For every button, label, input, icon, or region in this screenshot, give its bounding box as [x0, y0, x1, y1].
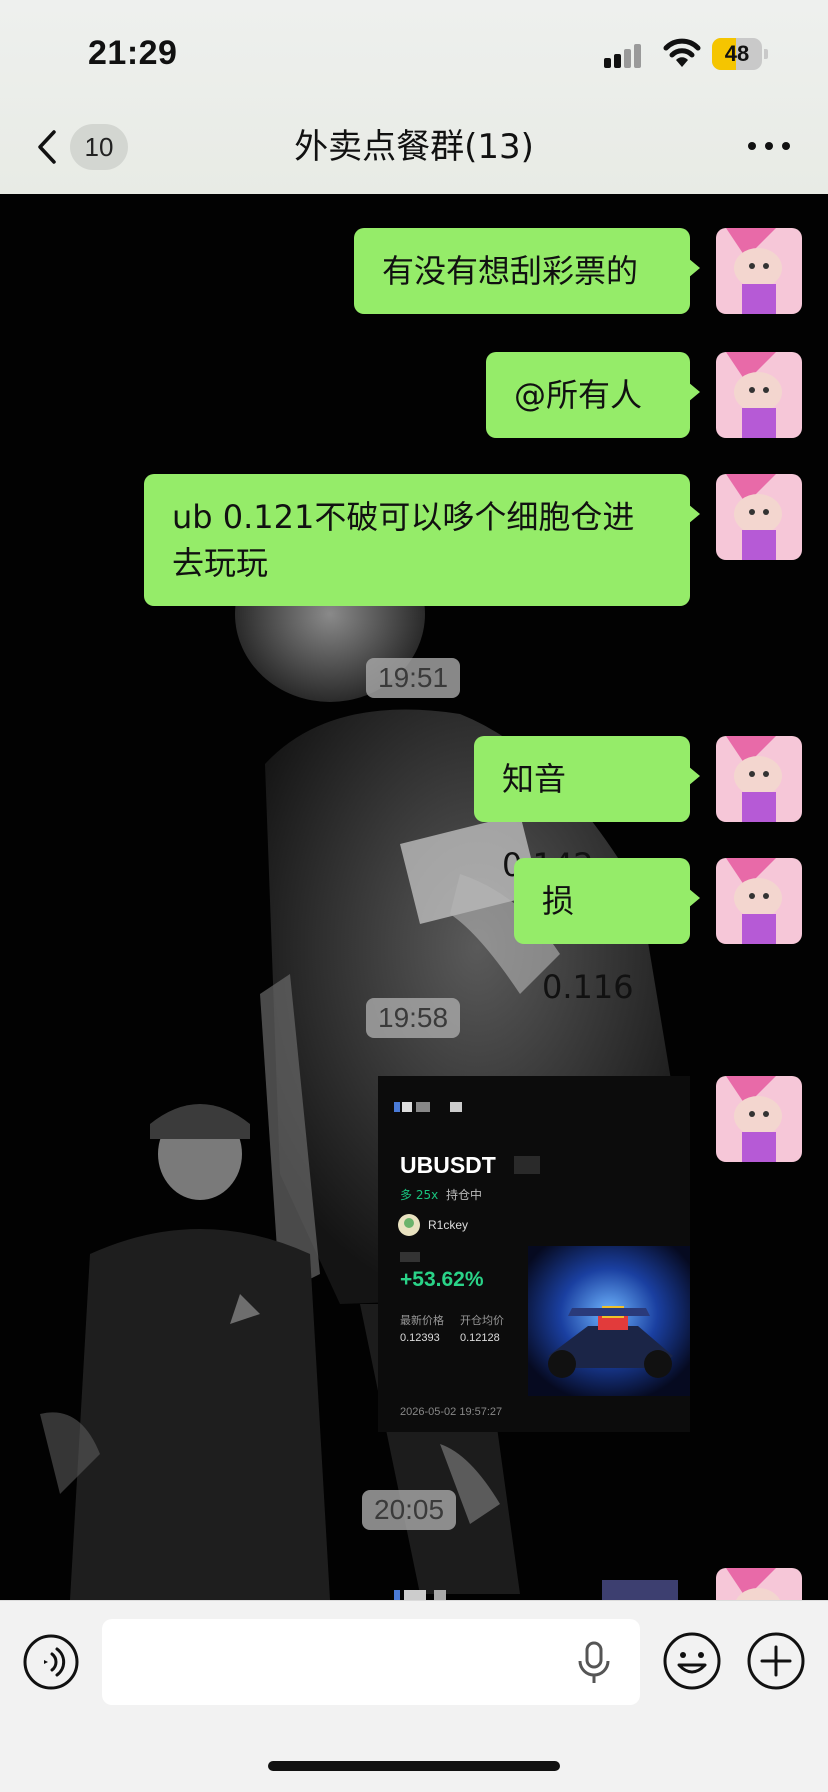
position-status: 持仓中: [446, 1188, 483, 1202]
wifi-icon: [663, 38, 701, 67]
entry-price-value: 0.12128: [460, 1332, 500, 1344]
last-price-label: 最新价格: [400, 1314, 444, 1327]
voice-input-icon[interactable]: [22, 1633, 80, 1691]
message-bubble[interactable]: 知音 0.142: [474, 736, 700, 884]
chat-title: 外卖点餐群(13): [294, 127, 534, 167]
race-car-image: [528, 1246, 690, 1396]
input-bar: [0, 1600, 828, 1792]
timestamp: 19:58: [366, 998, 461, 1038]
shared-image-card[interactable]: UBUSDT 多 25x 持仓中 R1ckey +53.62% 最新价格 开仓均…: [378, 1076, 690, 1432]
status-time: 21:29: [88, 34, 178, 72]
message-bubble[interactable]: 损 0.116: [514, 858, 700, 1006]
top-bar: 21:29 48 10 外卖点餐群(13): [0, 0, 828, 194]
home-indicator[interactable]: [268, 1761, 560, 1771]
blurred-tag: [514, 1156, 540, 1174]
entry-price-label: 开仓均价: [460, 1314, 504, 1327]
avatar[interactable]: [716, 858, 802, 944]
avatar[interactable]: [716, 228, 802, 314]
card-datetime: 2026-05-02 19:57:27: [400, 1406, 503, 1418]
username: R1ckey: [428, 1218, 469, 1232]
message-text-line: 去玩玩: [172, 544, 269, 582]
message-bubble[interactable]: ub 0.121不破可以哆个细胞仓进 去玩玩: [144, 474, 700, 606]
message-bubble[interactable]: 有没有想刮彩票的: [354, 228, 700, 314]
avatar[interactable]: [716, 474, 802, 560]
more-dots-icon[interactable]: [746, 136, 792, 156]
trading-pair: UBUSDT: [400, 1152, 496, 1178]
user-avatar-icon: [398, 1214, 420, 1236]
blurred-label: [400, 1252, 420, 1262]
timestamp: 19:51: [366, 658, 461, 698]
message-text: 有没有想刮彩票的: [382, 252, 639, 290]
cellular-signal-icon: [604, 44, 646, 68]
last-price-value: 0.12393: [400, 1332, 440, 1344]
message-text: 损 0.116: [542, 882, 634, 1006]
battery-icon: 48: [712, 38, 768, 70]
pnl-percent: +53.62%: [400, 1268, 484, 1291]
chat-area[interactable]: 有没有想刮彩票的 @所有人 ub 0.121不破可以哆个细胞仓进 去玩玩 19:…: [0, 194, 828, 1600]
avatar[interactable]: [716, 736, 802, 822]
blurred-logo: [394, 1102, 464, 1112]
timestamp: 20:05: [362, 1490, 457, 1530]
partial-image-strip: [602, 1580, 678, 1600]
battery-level: 48: [724, 41, 750, 66]
leverage-label: 多 25x: [400, 1188, 439, 1202]
emoji-icon[interactable]: [662, 1631, 722, 1691]
avatar[interactable]: [716, 1568, 802, 1600]
plus-icon[interactable]: [746, 1631, 806, 1691]
avatar[interactable]: [716, 1076, 802, 1162]
partial-image-card[interactable]: [394, 1586, 462, 1600]
message-text: @所有人: [514, 376, 643, 414]
message-bubble[interactable]: @所有人: [486, 352, 700, 438]
avatar[interactable]: [716, 352, 802, 438]
microphone-icon[interactable]: [576, 1641, 612, 1685]
message-input[interactable]: [102, 1619, 640, 1705]
message-text-line: ub 0.121不破可以哆个细胞仓进: [172, 498, 635, 536]
